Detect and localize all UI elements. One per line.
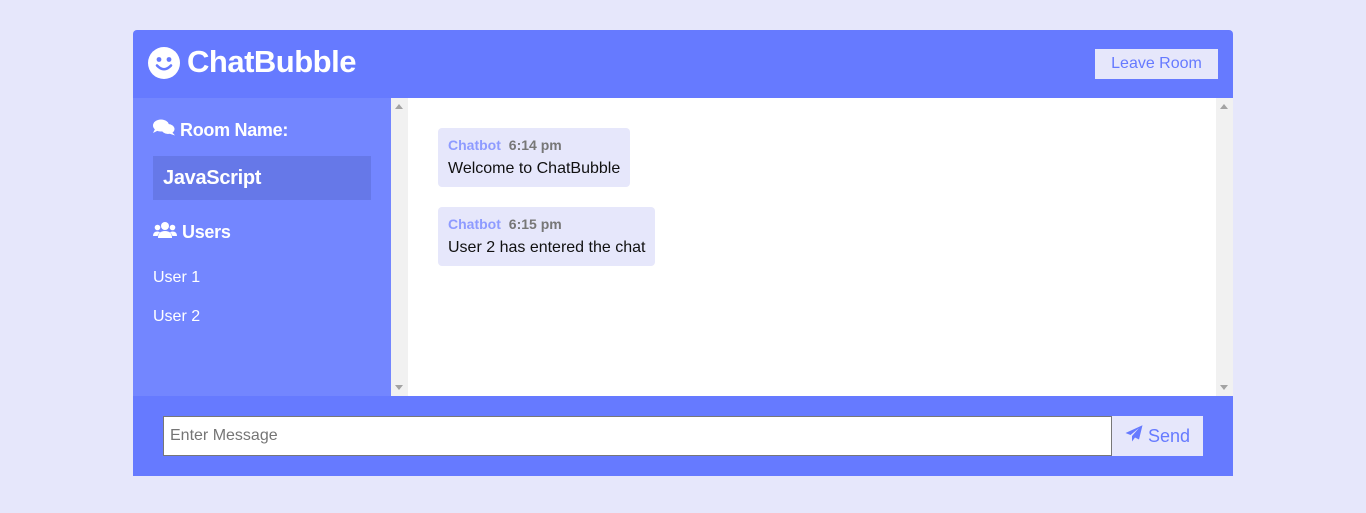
message-author: Chatbot — [448, 137, 501, 153]
message-time: 6:14 pm — [508, 137, 562, 153]
scroll-up-arrow[interactable] — [1220, 104, 1228, 109]
chat-app: ChatBubble Leave Room Room Name: JavaScr… — [133, 30, 1233, 476]
message-input[interactable] — [163, 416, 1112, 456]
comments-icon — [153, 119, 180, 141]
paper-plane-icon — [1125, 425, 1148, 447]
room-name-heading-label: Room Name: — [180, 119, 289, 140]
scroll-up-arrow[interactable] — [395, 104, 403, 109]
chat-message: Chatbot 6:15 pm User 2 has entered the c… — [438, 207, 656, 266]
chat-messages[interactable]: Chatbot 6:14 pm Welcome to ChatBubble Ch… — [391, 98, 1233, 396]
send-button-label: Send — [1147, 425, 1191, 446]
app-title: ChatBubble — [187, 44, 356, 79]
scroll-down-arrow[interactable] — [395, 385, 403, 390]
user-item: User 2 — [153, 308, 201, 325]
room-name: JavaScript — [153, 156, 371, 200]
message-meta: Chatbot 6:15 pm — [448, 216, 645, 232]
message-author: Chatbot — [448, 216, 501, 232]
message-meta: Chatbot 6:14 pm — [448, 137, 620, 153]
scroll-down-arrow[interactable] — [1220, 385, 1228, 390]
leave-room-button[interactable]: Leave Room — [1095, 49, 1218, 79]
message-text: User 2 has entered the chat — [448, 239, 646, 256]
sidebar-scrollbar[interactable] — [391, 98, 408, 396]
room-name-heading: Room Name: — [153, 119, 288, 141]
message-composer: Send — [133, 396, 1233, 476]
send-button[interactable]: Send — [1112, 416, 1203, 456]
users-icon — [153, 221, 182, 243]
users-heading-label: Users — [182, 221, 231, 242]
chat-header: ChatBubble Leave Room — [133, 30, 1233, 98]
message-text: Welcome to ChatBubble — [448, 160, 621, 177]
chat-scrollbar[interactable] — [1216, 98, 1233, 396]
user-item: User 1 — [153, 269, 201, 286]
users-heading: Users — [153, 221, 231, 243]
message-time: 6:15 pm — [508, 216, 562, 232]
smile-icon — [148, 47, 180, 79]
sidebar: Room Name: JavaScript Users User 1 User … — [133, 98, 391, 396]
chat-message: Chatbot 6:14 pm Welcome to ChatBubble — [438, 128, 631, 187]
